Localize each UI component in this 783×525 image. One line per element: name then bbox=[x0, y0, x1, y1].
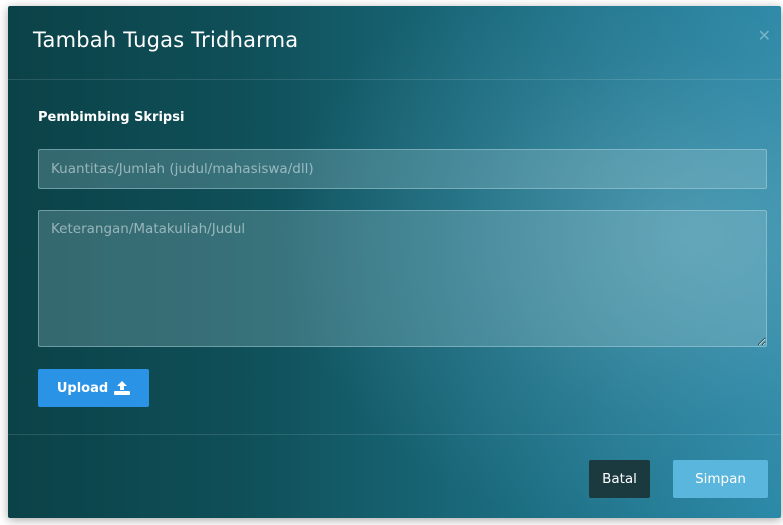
modal-header: Tambah Tugas Tridharma ✕ bbox=[8, 6, 781, 80]
cancel-button[interactable]: Batal bbox=[589, 460, 650, 498]
upload-button-label: Upload bbox=[56, 380, 109, 396]
save-button[interactable]: Simpan bbox=[673, 460, 768, 498]
quantity-input[interactable] bbox=[38, 149, 767, 189]
upload-icon bbox=[114, 381, 131, 395]
add-tridharma-task-modal: Tambah Tugas Tridharma ✕ Pembimbing Skri… bbox=[8, 6, 781, 518]
modal-footer: Batal Simpan bbox=[8, 434, 781, 518]
description-textarea[interactable] bbox=[38, 210, 767, 347]
close-icon[interactable]: ✕ bbox=[758, 26, 771, 45]
modal-title: Tambah Tugas Tridharma bbox=[33, 28, 299, 52]
section-label: Pembimbing Skripsi bbox=[38, 110, 185, 125]
upload-button[interactable]: Upload bbox=[38, 369, 149, 407]
